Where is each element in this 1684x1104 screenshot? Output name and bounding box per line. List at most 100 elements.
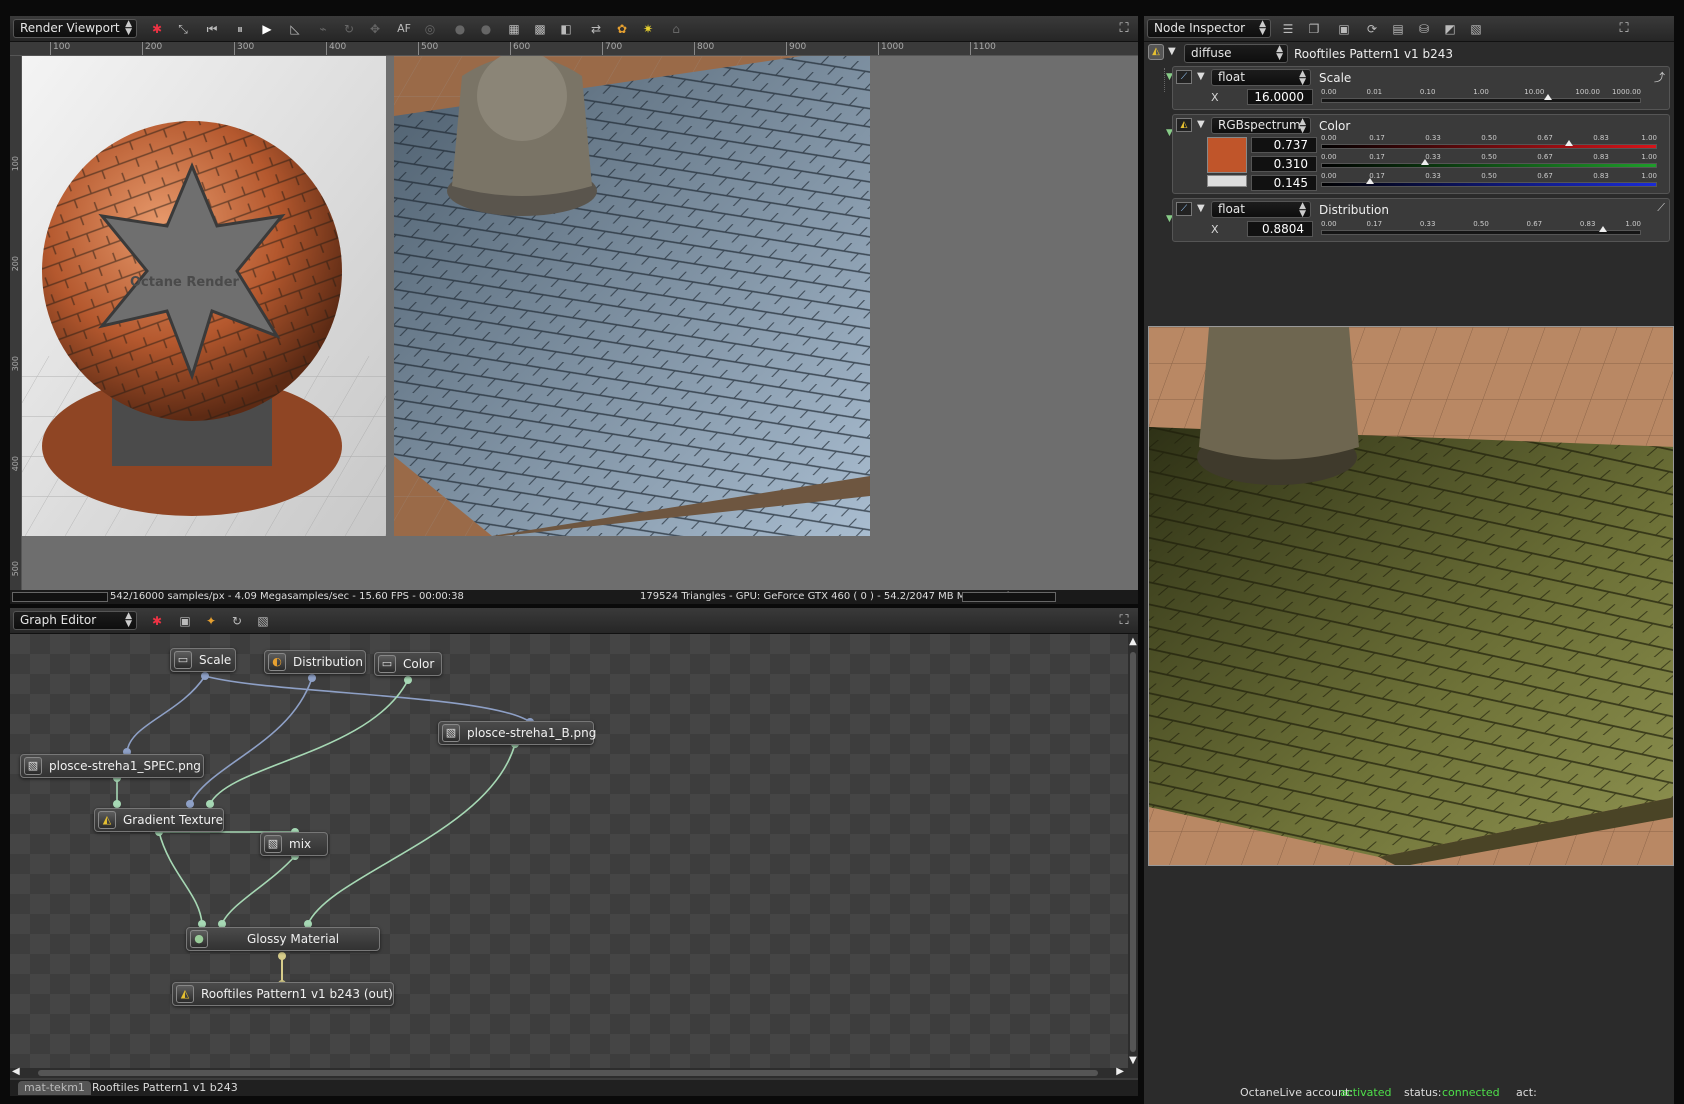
graph-horizontal-scrollbar[interactable]: ◀ ▶	[10, 1066, 1138, 1078]
slider-track[interactable]	[1321, 230, 1641, 235]
slider-track[interactable]	[1321, 163, 1657, 168]
split-icon[interactable]: ◧	[556, 20, 576, 38]
tab-rooftiles[interactable]: Rooftiles Pattern1 v1 b243	[86, 1081, 244, 1095]
rotate-icon[interactable]: ↻	[339, 20, 359, 38]
graph-node-glossy[interactable]: ● Glossy Material	[186, 927, 380, 951]
distribution-slider[interactable]: 0.00 0.17 0.33 0.50 0.67 0.83 1.00	[1321, 220, 1641, 237]
scroll-left-icon[interactable]: ◀	[12, 1066, 20, 1077]
pin-type-select[interactable]: diffuse ▲ ▼	[1184, 44, 1288, 63]
node-label: Glossy Material	[247, 932, 340, 946]
graph-mode-select[interactable]: Graph Editor ▲ ▼	[13, 611, 137, 630]
graph-node-bmap[interactable]: ▧ plosce-streha1_B.png	[438, 721, 596, 745]
viewport-mode-select[interactable]: Render Viewport ▲ ▼	[13, 19, 137, 38]
blue-value-field[interactable]: 0.145	[1251, 175, 1317, 191]
tools-icon[interactable]: ✦	[201, 612, 221, 630]
fullscreen-icon[interactable]: ⛶	[1116, 613, 1132, 629]
graph-node-color[interactable]: ▭ Color	[374, 652, 442, 676]
collapse-triangle-icon[interactable]: ▼	[1197, 119, 1205, 130]
add-node-icon[interactable]: ▣	[175, 612, 195, 630]
af-lock-icon[interactable]: ⌁	[313, 20, 333, 38]
slider-track[interactable]	[1321, 144, 1657, 149]
curve-icon[interactable]: ⤴	[1654, 69, 1665, 85]
reset-icon[interactable]: ✱	[147, 20, 167, 38]
fullscreen-icon[interactable]: ⛶	[1116, 21, 1132, 37]
render-canvas[interactable]: Octane Render	[22, 56, 1138, 596]
connection-label: status:	[1404, 1086, 1442, 1099]
focus-icon[interactable]: ◎	[420, 20, 440, 38]
scale-value-field[interactable]: 16.0000	[1247, 89, 1313, 105]
graph-icon[interactable]: ⟋	[1176, 202, 1192, 216]
slider-thumb[interactable]	[1564, 140, 1573, 146]
palette-icon[interactable]: ✿	[612, 20, 632, 38]
collapse-icon[interactable]: ☰	[1278, 20, 1298, 38]
graph-node-mix[interactable]: ▧ mix	[260, 832, 328, 856]
color-node-icon: ▭	[378, 655, 396, 673]
zoom-icon[interactable]: ●	[476, 20, 496, 38]
picture-icon[interactable]: ◩	[1440, 20, 1460, 38]
export-icon[interactable]: ⇄	[586, 20, 606, 38]
collapse-triangle-icon[interactable]: ▼	[1168, 46, 1176, 57]
vertical-scroll-thumb[interactable]	[1130, 652, 1136, 1052]
color-type-select[interactable]: RGBspectrum ▲ ▼	[1211, 117, 1311, 135]
texture-icon[interactable]: ▧	[253, 612, 273, 630]
node-inspector-panel: Node Inspector ▲ ▼ ☰ ❐ ▣ ⟳ ▤ ⛁ ◩ ▧ ⛶ ◭ ▼ …	[1144, 16, 1674, 1104]
graph-editor-panel: Graph Editor ▲ ▼ ✱ ▣ ✦ ↻ ▧ ⛶ ▭ Scale ◐ D…	[10, 608, 1138, 1096]
graph-node-scale[interactable]: ▭ Scale	[170, 648, 236, 672]
graph-node-gradient[interactable]: ◭ Gradient Texture	[94, 808, 224, 832]
red-value-field[interactable]: 0.737	[1251, 137, 1317, 153]
green-slider[interactable]: 0.00 0.17 0.33 0.50 0.67 0.83 1.00	[1321, 153, 1657, 170]
eye-icon[interactable]: ●	[450, 20, 470, 38]
pause-icon[interactable]: ⏸	[230, 20, 250, 38]
distribution-type-select[interactable]: float ▲ ▼	[1211, 201, 1311, 219]
blue-slider[interactable]: 0.00 0.17 0.33 0.50 0.67 0.83 1.00	[1321, 172, 1657, 189]
scale-slider[interactable]: 0.00 0.01 0.10 1.00 10.00 100.00 1000.00	[1321, 88, 1641, 105]
tab-mat-tekm1[interactable]: mat-tekm1	[18, 1081, 91, 1095]
slider-thumb[interactable]	[1598, 226, 1607, 232]
slider-thumb[interactable]	[1421, 159, 1430, 165]
graph-node-output[interactable]: ◭ Rooftiles Pattern1 v1 b243 (out)	[172, 982, 394, 1006]
reset-graph-icon[interactable]: ✱	[147, 612, 167, 630]
play-icon[interactable]: ▶	[257, 20, 277, 38]
scroll-up-icon[interactable]: ▲	[1128, 636, 1138, 647]
restart-icon[interactable]: ⏮	[202, 20, 222, 38]
collapse-triangle-icon[interactable]: ▼	[1197, 71, 1205, 82]
fullscreen-icon[interactable]: ⛶	[1616, 21, 1632, 37]
graph-vertical-scrollbar[interactable]: ▲ ▼	[1128, 634, 1138, 1068]
light-icon[interactable]: ✷	[638, 20, 658, 38]
spectrum-icon[interactable]: ◭	[1176, 118, 1192, 132]
scroll-down-icon[interactable]: ▼	[1128, 1055, 1138, 1066]
save-icon[interactable]: ⛁	[1414, 20, 1434, 38]
pan-icon[interactable]: ✥	[365, 20, 385, 38]
graph-toolbar: Graph Editor ▲ ▼ ✱ ▣ ✦ ↻ ▧ ⛶	[10, 608, 1138, 634]
slider-thumb[interactable]	[1365, 178, 1374, 184]
scroll-right-icon[interactable]: ▶	[1116, 1066, 1124, 1077]
graph-node-spec[interactable]: ▧ plosce-streha1_SPEC.png	[20, 754, 204, 778]
ruler-icon[interactable]: ◺	[285, 20, 305, 38]
lock-icon[interactable]: ⌂	[666, 20, 686, 38]
image-icon[interactable]: ▣	[1334, 20, 1354, 38]
red-slider[interactable]: 0.00 0.17 0.33 0.50 0.67 0.83 1.00	[1321, 134, 1657, 151]
curve-icon[interactable]: ⟋	[1657, 201, 1665, 215]
distribution-value-field[interactable]: 0.8804	[1247, 221, 1313, 237]
inspector-mode-select[interactable]: Node Inspector ▲ ▼	[1147, 19, 1271, 38]
fit-icon[interactable]: ⤡	[173, 20, 193, 38]
collapse-triangle-icon[interactable]: ▼	[1197, 203, 1205, 214]
refresh-icon[interactable]: ↻	[227, 612, 247, 630]
color-swatch[interactable]	[1207, 137, 1247, 173]
region-icon[interactable]: ▦	[504, 20, 524, 38]
slider-track[interactable]	[1321, 98, 1641, 103]
list-icon[interactable]: ▤	[1388, 20, 1408, 38]
node-graph-canvas[interactable]: ▭ Scale ◐ Distribution ▭ Color ▧ plosce-…	[10, 634, 1128, 1068]
green-value-field[interactable]: 0.310	[1251, 156, 1317, 172]
select-icon[interactable]: ▩	[530, 20, 550, 38]
horizontal-scroll-thumb[interactable]	[38, 1070, 1098, 1076]
scale-type-select[interactable]: float ▲ ▼	[1211, 69, 1311, 87]
graph-node-distribution[interactable]: ◐ Distribution	[264, 650, 366, 674]
texture-icon[interactable]: ▧	[1466, 20, 1486, 38]
refresh-icon[interactable]: ⟳	[1362, 20, 1382, 38]
graph-icon[interactable]: ⟋	[1176, 70, 1192, 84]
af-button[interactable]: AF	[394, 20, 414, 38]
copy-icon[interactable]: ❐	[1304, 20, 1324, 38]
param-name: Color	[1319, 119, 1351, 133]
slider-thumb[interactable]	[1544, 94, 1553, 100]
